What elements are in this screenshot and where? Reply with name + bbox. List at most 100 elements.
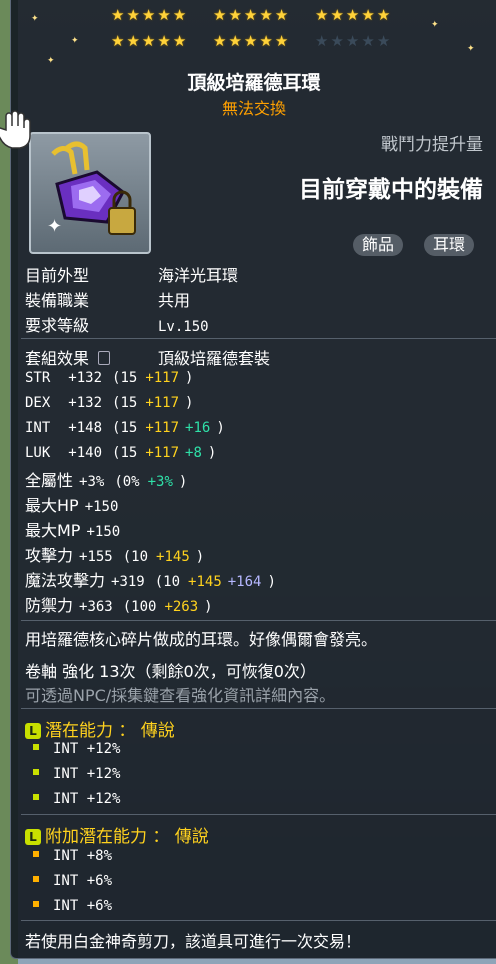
stat-row: STR +132 (15 +117) bbox=[25, 367, 199, 386]
star-icon: ★ bbox=[172, 6, 187, 24]
potential-value: INT +12% bbox=[53, 741, 121, 757]
stat-close: ) bbox=[207, 445, 217, 461]
star-force-row-1: ★ ★ ★ ★ ★ ★ ★ ★ ★ ★ ★ ★ ★ ★ ★ bbox=[11, 8, 496, 30]
stat-base: (15 bbox=[112, 420, 138, 436]
stat-key: 全屬性 bbox=[25, 471, 74, 490]
item-tooltip: ★ ★ ★ ★ ★ ★ ★ ★ ★ ★ ★ ★ ★ ★ ★ ★ ★ ★ ★ ★ ★ ★ ★ ★ ★ ★ ★ ★ ★ ★ ✦ ✦ … bbox=[10, 0, 496, 959]
additional-potential-header: L 附加潛在能力 ： 傳說 bbox=[25, 822, 209, 847]
stat-total: +132 bbox=[68, 395, 103, 411]
star-icon: ★ bbox=[259, 6, 273, 24]
star-icon: ★ bbox=[376, 6, 391, 24]
stat-total: +363 bbox=[79, 599, 113, 615]
stat-close: ) bbox=[195, 549, 205, 565]
svg-text:✦: ✦ bbox=[47, 216, 62, 237]
stat-base: (100 bbox=[122, 599, 157, 615]
bullet-icon bbox=[33, 794, 39, 800]
star-icon: ★ bbox=[361, 6, 375, 24]
stat-total: +148 bbox=[68, 420, 103, 436]
star-icon: ★ bbox=[376, 32, 391, 50]
info-label: 目前外型 bbox=[25, 266, 90, 285]
trade-status: 無法交換 bbox=[221, 99, 286, 118]
info-value: 共用 bbox=[158, 291, 191, 310]
stat-extra: +8 bbox=[185, 445, 202, 461]
potential-title: 潛在能力 ： 傳說 bbox=[45, 721, 175, 741]
stat-key: INT bbox=[25, 420, 51, 436]
star-icon: ★ bbox=[213, 32, 227, 50]
info-row: 目前外型 海洋光耳環 bbox=[25, 262, 238, 286]
item-description: 用培羅德核心碎片做成的耳環。好像偶爾會發亮。 bbox=[25, 630, 378, 649]
combat-power-label: 戰鬥力提升量 bbox=[381, 135, 483, 155]
potential-value: INT +12% bbox=[53, 766, 121, 782]
stat-total: +319 bbox=[111, 574, 145, 590]
star-icon: ★ bbox=[157, 32, 171, 50]
info-row: 要求等級 Lv.150 bbox=[25, 312, 209, 336]
star-icon: ★ bbox=[126, 32, 140, 50]
item-name: 頂級培羅德耳環 bbox=[187, 72, 321, 94]
stat-close: ) bbox=[178, 474, 188, 490]
stat-total: +140 bbox=[68, 445, 103, 461]
stat-row: 攻擊力 +155 (10 +145) bbox=[25, 542, 210, 566]
potential-line: INT +12% bbox=[33, 791, 120, 807]
additional-line: INT +6% bbox=[33, 898, 112, 914]
star-group: ★ ★ ★ ★ ★ bbox=[111, 8, 186, 23]
set-value: 頂級培羅德套裝 bbox=[158, 349, 271, 368]
stat-close: ) bbox=[216, 420, 225, 436]
cursor-hand-icon bbox=[0, 110, 31, 149]
stat-row: 全屬性 +3% (0% +3%) bbox=[25, 467, 193, 491]
sparkle-icon: ✦ bbox=[47, 56, 55, 66]
additional-value: INT +8% bbox=[53, 848, 113, 864]
bullet-icon bbox=[33, 769, 39, 775]
stat-row: 防禦力 +363 (100 +263) bbox=[25, 592, 219, 616]
bullet-icon bbox=[33, 901, 39, 907]
stat-key: DEX bbox=[25, 395, 51, 411]
star-group: ★ ★ ★ ★ ★ bbox=[213, 34, 288, 49]
stat-key: 防禦力 bbox=[25, 596, 74, 615]
star-group: ★ ★ ★ ★ ★ bbox=[213, 8, 288, 23]
stat-close: ) bbox=[204, 599, 213, 615]
star-icon: ★ bbox=[259, 32, 273, 50]
stat-close: ) bbox=[185, 395, 194, 411]
sparkle-icon: ✦ bbox=[467, 44, 475, 54]
star-icon: ★ bbox=[228, 32, 242, 50]
additional-value: INT +6% bbox=[53, 873, 113, 889]
star-icon: ★ bbox=[243, 32, 258, 50]
stat-bonus: +117 bbox=[145, 445, 180, 461]
stat-row: DEX +132 (15 +117) bbox=[25, 392, 199, 411]
additional-value: INT +6% bbox=[53, 898, 113, 914]
potential-value: INT +12% bbox=[53, 791, 121, 807]
stat-bonus: +145 bbox=[156, 549, 190, 565]
info-label: 裝備職業 bbox=[25, 291, 90, 310]
divider bbox=[21, 920, 496, 921]
stat-total: +150 bbox=[84, 499, 119, 515]
stat-close: ) bbox=[267, 574, 276, 590]
star-force-row-2: ★ ★ ★ ★ ★ ★ ★ ★ ★ ★ ★ ★ ★ ★ ★ bbox=[11, 34, 496, 56]
stat-key: LUK bbox=[25, 445, 51, 461]
bullet-icon bbox=[33, 876, 39, 882]
info-value: 海洋光耳環 bbox=[158, 266, 239, 285]
star-group: ★ ★ ★ ★ ★ bbox=[315, 34, 390, 49]
category-tag: 飾品 bbox=[353, 234, 404, 256]
sparkle-icon: ✦ bbox=[71, 36, 79, 46]
stat-base: (15 bbox=[112, 395, 138, 411]
star-icon: ★ bbox=[274, 32, 289, 50]
set-effect-row: 套組效果 頂級培羅德套裝 bbox=[25, 345, 270, 369]
lock-icon bbox=[98, 351, 111, 365]
stat-key: 攻擊力 bbox=[25, 546, 74, 565]
additional-potential-title: 附加潛在能力 ： 傳說 bbox=[45, 827, 209, 847]
stat-base: (15 bbox=[112, 370, 138, 386]
star-icon: ★ bbox=[172, 32, 187, 50]
legendary-badge-icon: L bbox=[25, 829, 41, 845]
bullet-icon bbox=[33, 744, 39, 750]
divider bbox=[21, 814, 496, 815]
star-icon: ★ bbox=[157, 6, 171, 24]
type-tag: 耳環 bbox=[424, 234, 475, 256]
stat-extra: +16 bbox=[185, 420, 211, 436]
star-icon: ★ bbox=[330, 32, 344, 50]
potential-line: INT +12% bbox=[33, 741, 120, 757]
stat-total: +132 bbox=[68, 370, 103, 386]
stat-bonus: +117 bbox=[145, 395, 180, 411]
star-icon: ★ bbox=[213, 6, 227, 24]
stat-base: (15 bbox=[112, 445, 138, 461]
set-label-wrap: 套組效果 bbox=[25, 345, 158, 369]
star-group: ★ ★ ★ ★ ★ bbox=[111, 34, 186, 49]
